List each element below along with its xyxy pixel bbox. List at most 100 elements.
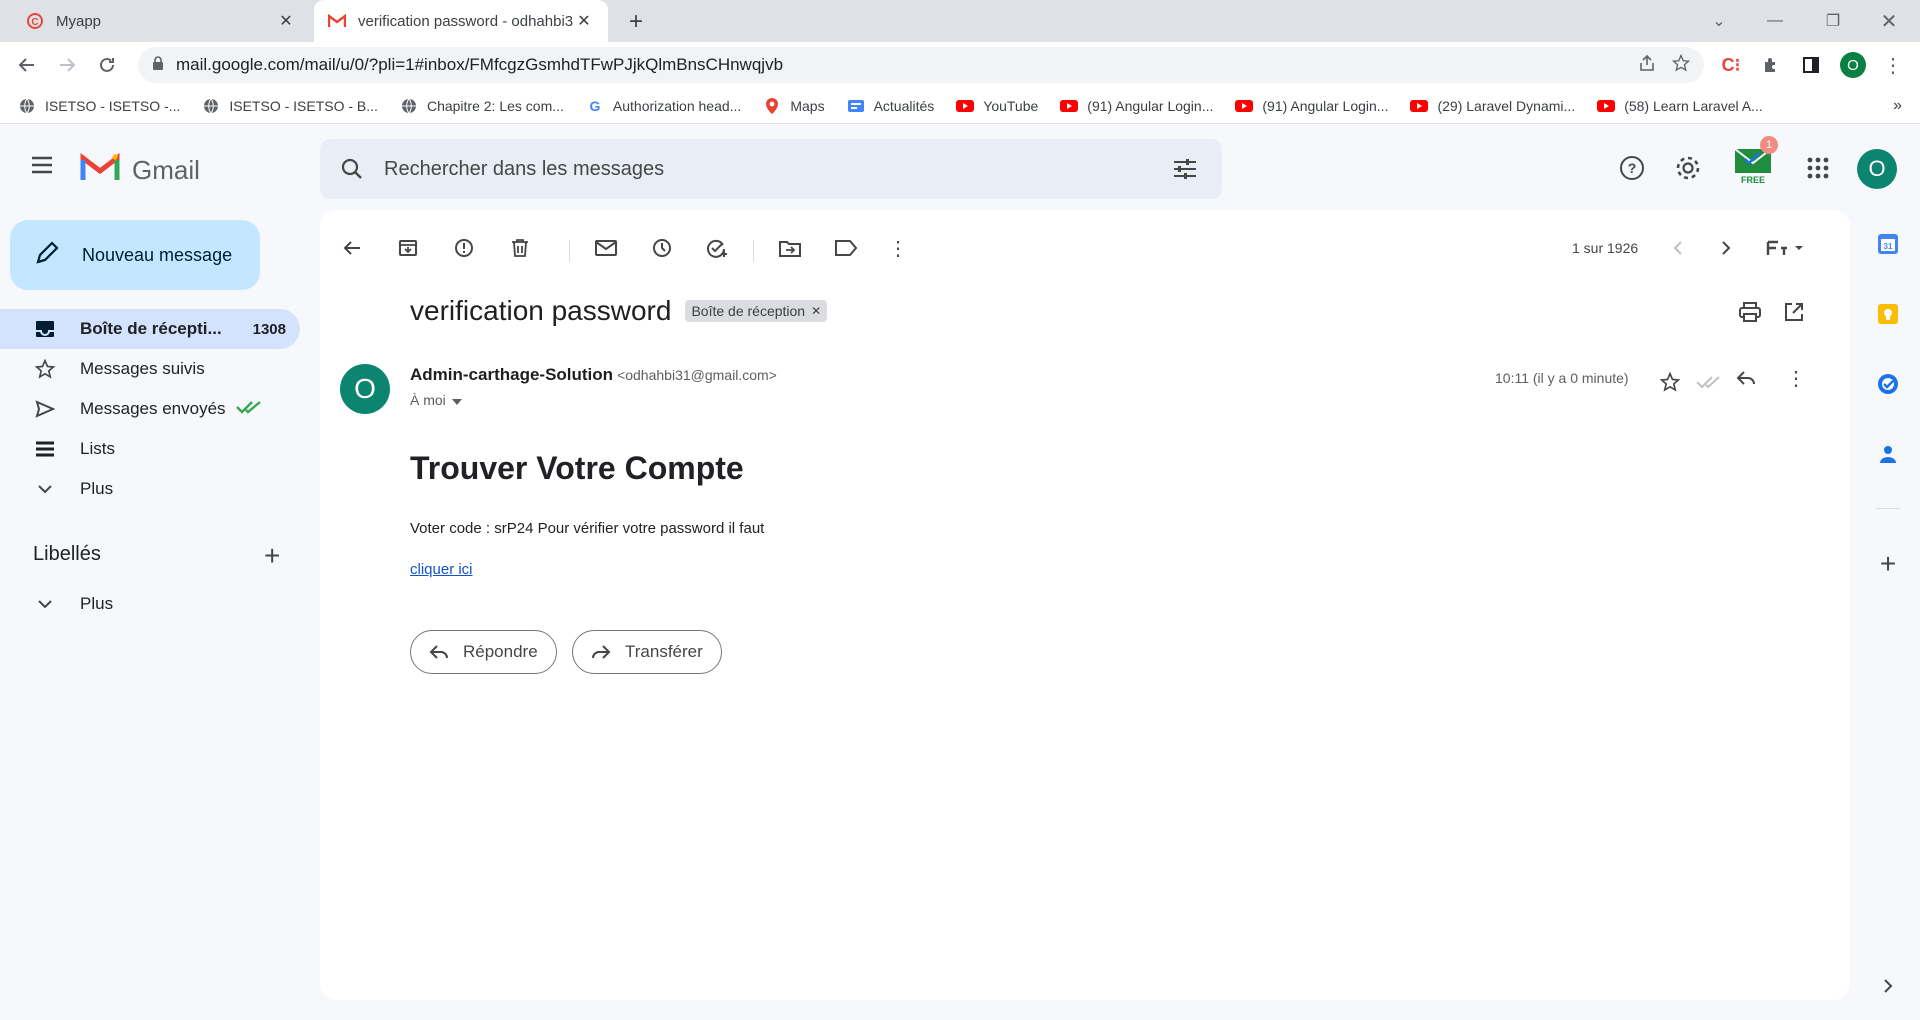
keep-icon[interactable]: [1872, 298, 1904, 330]
bookmark-item[interactable]: ISETSO - ISETSO -...: [18, 98, 180, 114]
sidebar-item-sent[interactable]: Messages envoyés: [0, 389, 300, 429]
snooze-clock-icon[interactable]: [644, 230, 680, 266]
back-arrow-icon[interactable]: [12, 50, 42, 80]
mark-unread-icon[interactable]: [588, 230, 624, 266]
input-tools-icon[interactable]: [1760, 230, 1810, 266]
print-icon[interactable]: [1732, 294, 1768, 330]
sidebar-item-lists[interactable]: Lists: [0, 429, 300, 469]
email-subject: verification password: [410, 295, 672, 326]
forward-label: Transférer: [625, 642, 703, 661]
sidebar-item-label: Lists: [80, 439, 115, 458]
sidebar-item-more[interactable]: Plus: [0, 469, 300, 509]
bookmark-item[interactable]: Chapitre 2: Les com...: [400, 98, 564, 114]
remove-label-icon[interactable]: ✕: [811, 304, 821, 318]
help-icon[interactable]: ?: [1614, 150, 1650, 186]
address-bar[interactable]: mail.google.com/mail/u/0/?pli=1#inbox/FM…: [138, 47, 1704, 83]
profile-avatar[interactable]: O: [1838, 50, 1868, 80]
close-window-icon[interactable]: ✕: [1864, 6, 1914, 36]
bookmark-item[interactable]: YouTube: [956, 98, 1038, 114]
bookmark-item[interactable]: G Authorization head...: [586, 98, 741, 114]
bookmark-item[interactable]: (91) Angular Login...: [1060, 98, 1213, 114]
tasks-icon[interactable]: [1872, 368, 1904, 400]
message-more-icon[interactable]: ⋮: [1778, 360, 1814, 396]
browser-tabstrip: C Myapp ✕ verification password - odhahb…: [0, 0, 1920, 42]
bookmark-item[interactable]: Actualités: [847, 98, 934, 114]
bookmark-item[interactable]: ISETSO - ISETSO - B...: [202, 98, 378, 114]
search-icon[interactable]: [340, 157, 364, 181]
tab-gmail[interactable]: verification password - odhahbi31 ✕: [314, 0, 608, 42]
bookmark-star-icon[interactable]: [1671, 53, 1691, 77]
share-icon[interactable]: [1638, 54, 1656, 77]
forward-arrow-icon[interactable]: [52, 50, 82, 80]
reply-icon[interactable]: [1728, 360, 1764, 396]
pencil-icon: [34, 240, 60, 271]
extensions-puzzle-icon[interactable]: [1756, 50, 1786, 80]
contacts-icon[interactable]: [1872, 438, 1904, 470]
open-new-window-icon[interactable]: [1776, 294, 1812, 330]
forward-button[interactable]: Transférer: [572, 630, 722, 674]
reply-button[interactable]: Répondre: [410, 630, 557, 674]
side-panel-icon[interactable]: [1796, 50, 1826, 80]
sender-name[interactable]: Admin-carthage-Solution: [410, 365, 613, 384]
url-text: mail.google.com/mail/u/0/?pli=1#inbox/FM…: [176, 55, 784, 74]
move-to-folder-icon[interactable]: [772, 230, 808, 266]
expand-panel-chevron-icon[interactable]: [1872, 970, 1904, 1002]
forward-arrow-icon: [591, 644, 611, 660]
extension-c-icon[interactable]: C⁝: [1716, 50, 1746, 80]
main-menu-icon[interactable]: [28, 154, 60, 184]
recipient-dropdown[interactable]: À moi: [410, 392, 462, 408]
tab-myapp[interactable]: C Myapp ✕: [12, 0, 310, 42]
bookmark-item[interactable]: (58) Learn Laravel A...: [1597, 98, 1763, 114]
calendar-icon[interactable]: 31: [1872, 228, 1904, 260]
gmail-header: Gmail Rechercher dans les messages ? FRE…: [0, 124, 1920, 212]
lock-icon: [152, 55, 164, 75]
new-tab-icon[interactable]: +: [622, 8, 650, 36]
youtube-icon: [956, 98, 975, 114]
gmail-logo[interactable]: Gmail: [80, 152, 200, 189]
compose-button[interactable]: Nouveau message: [10, 220, 260, 290]
add-label-icon[interactable]: +: [264, 540, 280, 572]
email-body-link[interactable]: cliquer ici: [410, 561, 473, 578]
minimize-icon[interactable]: —: [1750, 6, 1800, 36]
toolbar-divider: [569, 240, 570, 262]
account-avatar[interactable]: O: [1856, 148, 1898, 190]
sidebar-item-starred[interactable]: Messages suivis: [0, 349, 300, 389]
bookmark-item[interactable]: Maps: [763, 97, 825, 114]
reload-icon[interactable]: [92, 50, 122, 80]
bookmark-item[interactable]: (91) Angular Login...: [1235, 98, 1388, 114]
gmail-brand: Gmail: [132, 155, 200, 185]
label-tag-icon[interactable]: [828, 230, 864, 266]
youtube-icon: [1597, 98, 1616, 114]
apps-grid-icon[interactable]: [1800, 150, 1836, 186]
more-options-icon[interactable]: ⋮: [880, 230, 916, 266]
browser-menu-icon[interactable]: ⋮: [1878, 50, 1908, 80]
newer-chevron-left-icon[interactable]: [1660, 230, 1696, 266]
back-to-inbox-icon[interactable]: [334, 230, 370, 266]
search-options-icon[interactable]: [1172, 158, 1198, 180]
bookmark-item[interactable]: (29) Laravel Dynami...: [1410, 98, 1575, 114]
news-icon: [847, 98, 865, 114]
star-message-icon[interactable]: [1652, 364, 1688, 400]
report-spam-icon[interactable]: [446, 230, 482, 266]
settings-gear-icon[interactable]: [1670, 150, 1706, 186]
restore-icon[interactable]: ❐: [1808, 6, 1858, 36]
svg-text:G: G: [589, 98, 600, 114]
reply-arrow-icon: [429, 644, 449, 660]
sender-avatar[interactable]: O: [340, 364, 390, 414]
tab-search-icon[interactable]: ⌄: [1694, 6, 1744, 36]
delete-icon[interactable]: [502, 230, 538, 266]
close-tab-icon[interactable]: ✕: [276, 11, 296, 31]
youtube-icon: [1060, 98, 1079, 114]
mail-tracker-extension-icon[interactable]: FREE 1: [1732, 136, 1778, 188]
labels-more[interactable]: Plus: [0, 584, 300, 624]
search-input[interactable]: Rechercher dans les messages: [384, 158, 664, 181]
older-chevron-right-icon[interactable]: [1708, 230, 1744, 266]
bookmarks-overflow-icon[interactable]: »: [1893, 97, 1902, 115]
close-tab-icon[interactable]: ✕: [574, 11, 594, 31]
inbox-label-badge[interactable]: Boîte de réception ✕: [685, 300, 828, 322]
get-addons-plus-icon[interactable]: +: [1872, 548, 1904, 580]
search-bar[interactable]: Rechercher dans les messages: [320, 139, 1222, 199]
sidebar-item-inbox[interactable]: Boîte de récepti... 1308: [0, 309, 300, 349]
archive-icon[interactable]: [390, 230, 426, 266]
add-task-icon[interactable]: [700, 230, 736, 266]
